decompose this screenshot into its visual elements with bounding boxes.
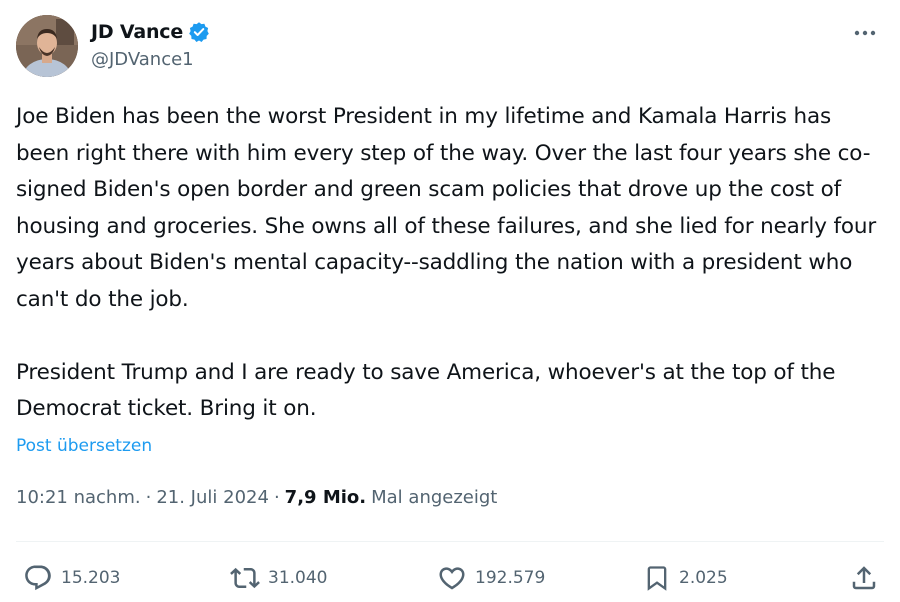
tweet-date[interactable]: 21. Juli 2024 — [156, 487, 269, 508]
author-info: JD Vance @JDVance1 — [91, 18, 210, 70]
translate-post-link[interactable]: Post übersetzen — [16, 436, 152, 456]
meta-separator: · — [145, 487, 152, 508]
more-horizontal-icon[interactable] — [850, 21, 880, 45]
action-bar: 15.203 31.040 192.579 2.025 — [0, 560, 900, 596]
bookmark-button[interactable]: 2.025 — [643, 560, 728, 596]
views-label: Mal angezeigt — [371, 487, 498, 508]
heart-icon — [437, 563, 467, 593]
tweet-header: JD Vance @JDVance1 — [16, 15, 884, 79]
meta-separator: · — [273, 487, 280, 508]
share-icon — [849, 563, 879, 593]
bookmark-count: 2.025 — [679, 568, 728, 588]
like-button[interactable]: 192.579 — [437, 560, 545, 596]
bookmark-icon — [643, 563, 671, 593]
divider — [16, 541, 884, 542]
tweet-meta: 10:21 nachm. · 21. Juli 2024 · 7,9 Mio. … — [16, 487, 497, 508]
repost-count: 31.040 — [268, 568, 328, 588]
reply-icon — [23, 563, 53, 593]
like-count: 192.579 — [475, 568, 546, 588]
repost-button[interactable]: 31.040 — [230, 560, 327, 596]
verified-badge-icon[interactable] — [188, 21, 210, 43]
views-count[interactable]: 7,9 Mio. — [285, 487, 366, 508]
repost-icon — [230, 563, 260, 593]
avatar[interactable] — [16, 15, 78, 77]
tweet-text: Joe Biden has been the worst President i… — [16, 104, 877, 421]
share-button[interactable] — [849, 560, 879, 596]
author-display-name[interactable]: JD Vance — [91, 21, 183, 43]
author-handle[interactable]: @JDVance1 — [91, 49, 210, 70]
reply-count: 15.203 — [61, 568, 121, 588]
reply-button[interactable]: 15.203 — [23, 560, 120, 596]
tweet-time[interactable]: 10:21 nachm. — [16, 487, 141, 508]
